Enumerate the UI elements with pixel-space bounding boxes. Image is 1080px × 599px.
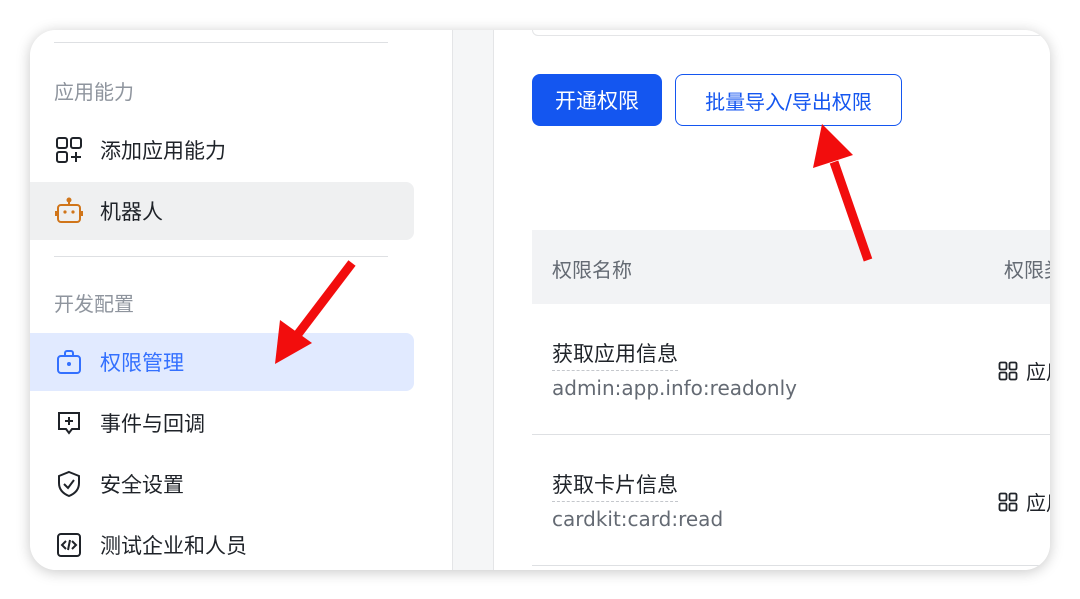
sidebar-item-test-people[interactable]: 测试企业和人员 [30, 516, 414, 570]
sidebar-item-label: 安全设置 [100, 473, 184, 497]
section-title-app-ability: 应用能力 [54, 80, 134, 104]
event-add-icon [54, 408, 84, 438]
column-header-type: 权限类 [1004, 258, 1050, 282]
add-grid-icon [54, 135, 84, 165]
permission-code: admin:app.info:readonly [552, 376, 797, 400]
app-window: 应用能力 添加应用能力 机器人 开发配置 权限管理 事件与回调 安全设置 测试企… [30, 30, 1050, 570]
permission-code: cardkit:card:read [552, 507, 724, 531]
grid-icon [998, 361, 1018, 380]
table-header: 权限名称 权限类 [532, 230, 1050, 304]
permission-type-label: 应用 [1026, 360, 1050, 384]
column-header-name: 权限名称 [552, 258, 632, 282]
sidebar-item-permission[interactable]: 权限管理 [30, 333, 414, 391]
top-card [532, 30, 1050, 36]
permission-name[interactable]: 获取应用信息 [552, 338, 678, 371]
sidebar-item-label: 添加应用能力 [100, 139, 226, 163]
table-row[interactable]: 获取卡片信息 cardkit:card:read 应用 [532, 435, 1050, 566]
sidebar-item-label: 机器人 [100, 200, 163, 224]
sidebar-item-add-ability[interactable]: 添加应用能力 [30, 121, 414, 179]
permission-type: 应用 [998, 356, 1050, 385]
sidebar-divider [54, 42, 388, 43]
code-box-icon [54, 530, 84, 560]
sidebar-item-robot[interactable]: 机器人 [30, 182, 414, 240]
section-title-dev-config: 开发配置 [54, 292, 134, 316]
robot-icon [54, 196, 84, 226]
shield-icon [54, 469, 84, 499]
sidebar-item-label: 权限管理 [100, 351, 184, 375]
enable-permission-button[interactable]: 开通权限 [532, 74, 662, 126]
sidebar-item-label: 测试企业和人员 [100, 534, 247, 558]
permission-name[interactable]: 获取卡片信息 [552, 469, 678, 502]
permission-type: 应用 [998, 487, 1050, 516]
main-content: 开通权限 批量导入/导出权限 权限名称 权限类 获取应用信息 admin:app… [494, 30, 1050, 570]
sidebar: 应用能力 添加应用能力 机器人 开发配置 权限管理 事件与回调 安全设置 测试企… [30, 30, 452, 570]
batch-import-export-button[interactable]: 批量导入/导出权限 [675, 74, 902, 126]
briefcase-icon [54, 347, 84, 377]
permission-type-label: 应用 [1026, 491, 1050, 515]
sidebar-item-label: 事件与回调 [100, 412, 205, 436]
panel-gutter [452, 30, 494, 570]
sidebar-item-security[interactable]: 安全设置 [30, 455, 414, 513]
sidebar-divider [54, 256, 388, 257]
grid-icon [998, 492, 1018, 511]
sidebar-item-events[interactable]: 事件与回调 [30, 394, 414, 452]
table-row[interactable]: 获取应用信息 admin:app.info:readonly 应用 [532, 304, 1050, 435]
